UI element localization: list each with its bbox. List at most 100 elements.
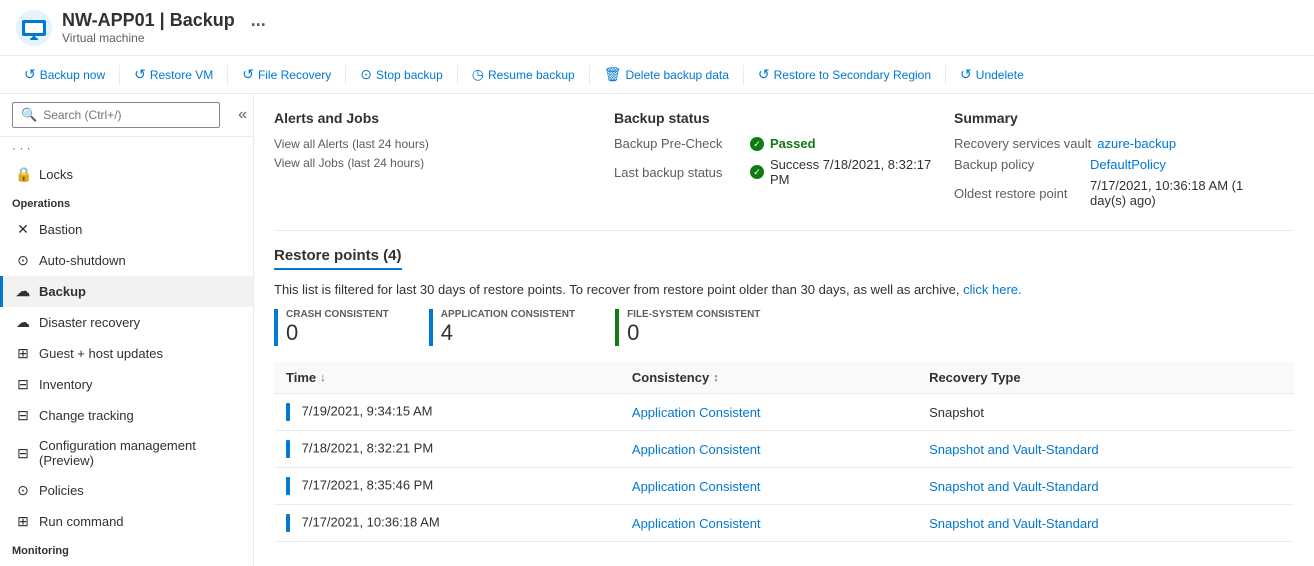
oldest-label: Oldest restore point bbox=[954, 186, 1084, 201]
sidebar-item-label-auto-shutdown: Auto-shutdown bbox=[39, 253, 126, 268]
time-value: 7/19/2021, 9:34:15 AM bbox=[302, 403, 433, 418]
cell-consistency: Application Consistent bbox=[620, 394, 917, 431]
toolbar-btn-stop-backup[interactable]: ⊙Stop backup bbox=[352, 62, 450, 87]
sidebar-item-disaster-recovery[interactable]: ☁Disaster recovery bbox=[0, 307, 253, 338]
undelete-icon: ↺ bbox=[960, 66, 972, 83]
sidebar-item-label-guest-host-updates: Guest + host updates bbox=[39, 346, 163, 361]
sidebar-item-backup[interactable]: ☁Backup bbox=[0, 276, 253, 307]
delete-backup-data-icon: 🗑 bbox=[604, 66, 622, 83]
guest-host-updates-icon: ⊞ bbox=[15, 345, 31, 362]
toolbar-btn-undelete[interactable]: ↺Undelete bbox=[952, 62, 1032, 87]
consistency-value[interactable]: Application Consistent bbox=[632, 405, 761, 420]
sidebar-item-inventory[interactable]: ⊟ Inventory bbox=[0, 369, 253, 400]
main-content: Alerts and Jobs View all Alerts (last 24… bbox=[254, 94, 1314, 566]
toolbar-btn-resume-backup[interactable]: ◷ Resume backup bbox=[464, 62, 583, 87]
consistency-value[interactable]: Application Consistent bbox=[632, 442, 761, 457]
toolbar-separator bbox=[589, 65, 590, 85]
file-recovery-label: File Recovery bbox=[258, 68, 331, 82]
toolbar-btn-restore-vm[interactable]: ↺Restore VM bbox=[126, 62, 221, 87]
alerts-jobs-title: Alerts and Jobs bbox=[274, 110, 594, 126]
policy-value[interactable]: DefaultPolicy bbox=[1090, 157, 1166, 172]
resume-backup-label: Resume backup bbox=[488, 68, 575, 82]
disaster-recovery-icon: ☁ bbox=[15, 314, 31, 331]
table-row[interactable]: 7/17/2021, 10:36:18 AM Application Consi… bbox=[274, 505, 1294, 542]
recovery-type-value[interactable]: Snapshot and Vault-Standard bbox=[929, 442, 1099, 457]
restore-notice: This list is filtered for last 30 days o… bbox=[274, 282, 1294, 297]
sidebar-item-guest-host-updates[interactable]: ⊞ Guest + host updates bbox=[0, 338, 253, 369]
consistency-item-application-consistent: APPLICATION CONSISTENT 4 bbox=[429, 309, 599, 346]
notice-text: This list is filtered for last 30 days o… bbox=[274, 282, 959, 297]
vault-row: Recovery services vault azure-backup bbox=[954, 136, 1274, 151]
search-input[interactable] bbox=[43, 108, 211, 122]
sidebar-section-operations: Operations bbox=[0, 190, 253, 214]
table-row[interactable]: 7/19/2021, 9:34:15 AM Application Consis… bbox=[274, 394, 1294, 431]
vault-value[interactable]: azure-backup bbox=[1097, 136, 1176, 151]
last-backup-status-icon: ✓ bbox=[750, 165, 764, 179]
table-row[interactable]: 7/18/2021, 8:32:21 PM Application Consis… bbox=[274, 431, 1294, 468]
toolbar-btn-restore-secondary[interactable]: ↺ Restore to Secondary Region bbox=[750, 62, 939, 87]
jobs-link-text: View all Jobs bbox=[274, 156, 344, 170]
consistency-value[interactable]: Application Consistent bbox=[632, 479, 761, 494]
toolbar-separator bbox=[457, 65, 458, 85]
consistency-sort-icon[interactable]: ↕ bbox=[713, 372, 719, 384]
sidebar-item-label-run-command: Run command bbox=[39, 514, 124, 529]
col-time: Time ↓ bbox=[274, 362, 620, 394]
time-value: 7/17/2021, 8:35:46 PM bbox=[302, 477, 434, 492]
consistency-label: CRASH CONSISTENT bbox=[286, 309, 389, 320]
sidebar-item-locks[interactable]: 🔒Locks bbox=[0, 159, 253, 190]
main-layout: 🔍 « · · ·🔒LocksOperations✕Bastion⊙Auto-s… bbox=[0, 94, 1314, 566]
toolbar-btn-file-recovery[interactable]: ↺File Recovery bbox=[234, 62, 339, 87]
restore-notice-link[interactable]: click here. bbox=[963, 282, 1022, 297]
cell-time: 7/18/2021, 8:32:21 PM bbox=[274, 431, 620, 468]
sidebar-item-change-tracking[interactable]: ⊟Change tracking bbox=[0, 400, 253, 431]
consistency-value: 0 bbox=[627, 320, 639, 345]
sidebar-item-run-command[interactable]: ⊞Run command bbox=[0, 506, 253, 537]
oldest-value: 7/17/2021, 10:36:18 AM (1 day(s) ago) bbox=[1090, 178, 1274, 208]
consistency-value[interactable]: Application Consistent bbox=[632, 516, 761, 531]
last-backup-value: Success 7/18/2021, 8:32:17 PM bbox=[770, 157, 934, 187]
row-indicator bbox=[286, 403, 290, 421]
sidebar-item-label-inventory: Inventory bbox=[39, 377, 92, 392]
cell-time: 7/17/2021, 8:35:46 PM bbox=[274, 468, 620, 505]
sidebar-item-label-change-tracking: Change tracking bbox=[39, 408, 134, 423]
oldest-row: Oldest restore point 7/17/2021, 10:36:18… bbox=[954, 178, 1274, 208]
sidebar-item-bastion[interactable]: ✕Bastion bbox=[0, 214, 253, 245]
toolbar-btn-backup-now[interactable]: ↺Backup now bbox=[16, 62, 113, 87]
bastion-icon: ✕ bbox=[15, 221, 31, 238]
inventory-icon: ⊟ bbox=[15, 376, 31, 393]
consistency-item-crash-consistent: CRASH CONSISTENT 0 bbox=[274, 309, 413, 346]
page-subtitle: Virtual machine bbox=[62, 31, 266, 45]
toolbar-btn-delete-backup-data[interactable]: 🗑Delete backup data bbox=[596, 62, 737, 87]
locks-icon: 🔒 bbox=[15, 166, 31, 183]
ellipsis-menu[interactable]: ... bbox=[251, 10, 266, 31]
restore-points-table: Time ↓ Consistency ↕ Recovery Type bbox=[274, 362, 1294, 542]
sidebar-item-policies[interactable]: ⊙Policies bbox=[0, 475, 253, 506]
table-row[interactable]: 7/17/2021, 8:35:46 PM Application Consis… bbox=[274, 468, 1294, 505]
recovery-type-value[interactable]: Snapshot and Vault-Standard bbox=[929, 516, 1099, 531]
resume-backup-icon: ◷ bbox=[472, 66, 484, 83]
table-header: Time ↓ Consistency ↕ Recovery Type bbox=[274, 362, 1294, 394]
col-time-label: Time bbox=[286, 370, 316, 385]
jobs-link-sub: (last 24 hours) bbox=[347, 156, 424, 170]
toolbar-separator bbox=[345, 65, 346, 85]
sidebar-section-monitoring: Monitoring bbox=[0, 561, 253, 566]
sidebar-item-auto-shutdown[interactable]: ⊙Auto-shutdown bbox=[0, 245, 253, 276]
restore-vm-label: Restore VM bbox=[150, 68, 213, 82]
cell-recovery-type: Snapshot and Vault-Standard bbox=[917, 431, 1294, 468]
view-all-alerts-link[interactable]: View all Alerts (last 24 hours) bbox=[274, 136, 594, 151]
last-backup-row: Last backup status ✓ Success 7/18/2021, … bbox=[614, 157, 934, 187]
precheck-value: Passed bbox=[770, 136, 816, 151]
time-sort-icon[interactable]: ↓ bbox=[320, 372, 326, 384]
sidebar-scroll-dots: · · · bbox=[0, 137, 253, 159]
collapse-sidebar-icon[interactable]: « bbox=[232, 98, 253, 132]
restore-secondary-label: Restore to Secondary Region bbox=[774, 68, 931, 82]
time-value: 7/18/2021, 8:32:21 PM bbox=[302, 440, 434, 455]
recovery-type-value[interactable]: Snapshot and Vault-Standard bbox=[929, 479, 1099, 494]
sidebar-item-configuration-management[interactable]: ⊟Configuration management (Preview) bbox=[0, 431, 253, 475]
cell-recovery-type: Snapshot and Vault-Standard bbox=[917, 468, 1294, 505]
view-all-jobs-link[interactable]: View all Jobs (last 24 hours) bbox=[274, 155, 594, 170]
policy-label: Backup policy bbox=[954, 157, 1084, 172]
alerts-jobs-section: Alerts and Jobs View all Alerts (last 24… bbox=[274, 110, 614, 214]
sidebar: 🔍 « · · ·🔒LocksOperations✕Bastion⊙Auto-s… bbox=[0, 94, 254, 566]
restore-secondary-icon: ↺ bbox=[758, 66, 770, 83]
